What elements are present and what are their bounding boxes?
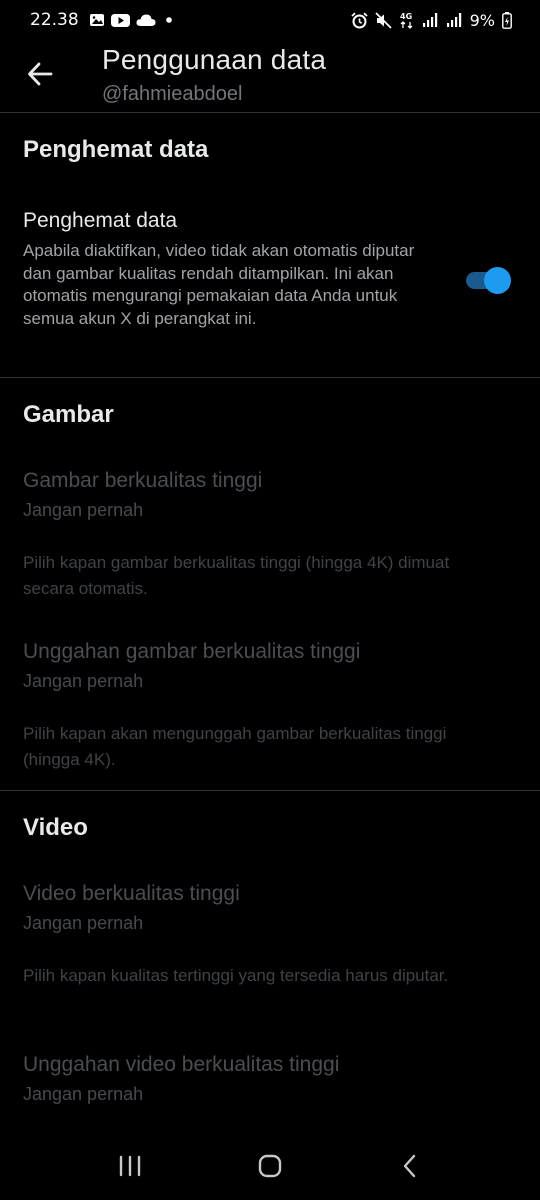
page-title: Penggunaan data <box>102 44 327 75</box>
data-saver-setting-description: Apabila diaktifkan, video tidak akan oto… <box>23 241 415 328</box>
hq-image-uploads-title[interactable]: Unggahan gambar berkualitas tinggi <box>23 640 360 664</box>
dot-icon <box>165 17 172 23</box>
youtube-icon <box>110 13 130 27</box>
network-4g-icon: 4G <box>400 12 413 29</box>
section-title-images: Gambar <box>23 401 114 428</box>
toggle-knob <box>484 267 511 294</box>
arrow-left-icon <box>28 62 53 86</box>
section-title-video: Video <box>23 814 88 841</box>
recents-icon <box>119 1155 141 1177</box>
header-divider <box>0 112 540 113</box>
section-divider-2 <box>0 790 540 791</box>
battery-percent: 9% <box>469 10 495 30</box>
data-saver-setting-title[interactable]: Penghemat data <box>23 209 177 233</box>
hq-video-title[interactable]: Video berkualitas tinggi <box>23 882 240 906</box>
hq-video-uploads-title[interactable]: Unggahan video berkualitas tinggi <box>23 1053 339 1077</box>
svg-text:4G: 4G <box>400 12 412 21</box>
signal-icon-2 <box>446 13 461 27</box>
battery-icon <box>502 11 512 29</box>
hq-video-uploads-value: Jangan pernah <box>23 1084 144 1104</box>
app-header: Penggunaan data @fahmieabdoel <box>0 40 540 112</box>
status-bar: 22.38 4G 9% <box>0 0 540 40</box>
hq-video-value: Jangan pernah <box>23 913 144 933</box>
signal-icon <box>422 13 437 27</box>
back-button[interactable] <box>22 56 58 92</box>
hq-images-value: Jangan pernah <box>23 500 144 520</box>
status-time: 22.38 <box>30 10 79 30</box>
hq-images-title[interactable]: Gambar berkualitas tinggi <box>23 469 262 493</box>
home-button[interactable] <box>240 1141 300 1191</box>
hq-video-description: Pilih kapan kualitas tertinggi yang ters… <box>23 966 449 985</box>
hq-image-uploads-value: Jangan pernah <box>23 671 144 691</box>
back-icon <box>403 1154 416 1178</box>
system-nav-bar <box>0 1132 540 1200</box>
mute-icon <box>374 11 392 29</box>
hq-images-description: Pilih kapan gambar berkualitas tinggi (h… <box>23 553 450 598</box>
recents-button[interactable] <box>100 1141 160 1191</box>
section-title-data-saver: Penghemat data <box>23 136 209 163</box>
account-username: @fahmieabdoel <box>102 83 243 105</box>
data-saver-toggle[interactable] <box>466 267 512 294</box>
gallery-icon <box>89 14 104 26</box>
nav-back-button[interactable] <box>380 1141 440 1191</box>
section-divider-1 <box>0 377 540 378</box>
home-icon <box>258 1154 282 1178</box>
hq-image-uploads-description: Pilih kapan akan mengunggah gambar berku… <box>23 724 447 769</box>
cloud-icon <box>136 14 156 26</box>
alarm-icon <box>350 12 368 28</box>
